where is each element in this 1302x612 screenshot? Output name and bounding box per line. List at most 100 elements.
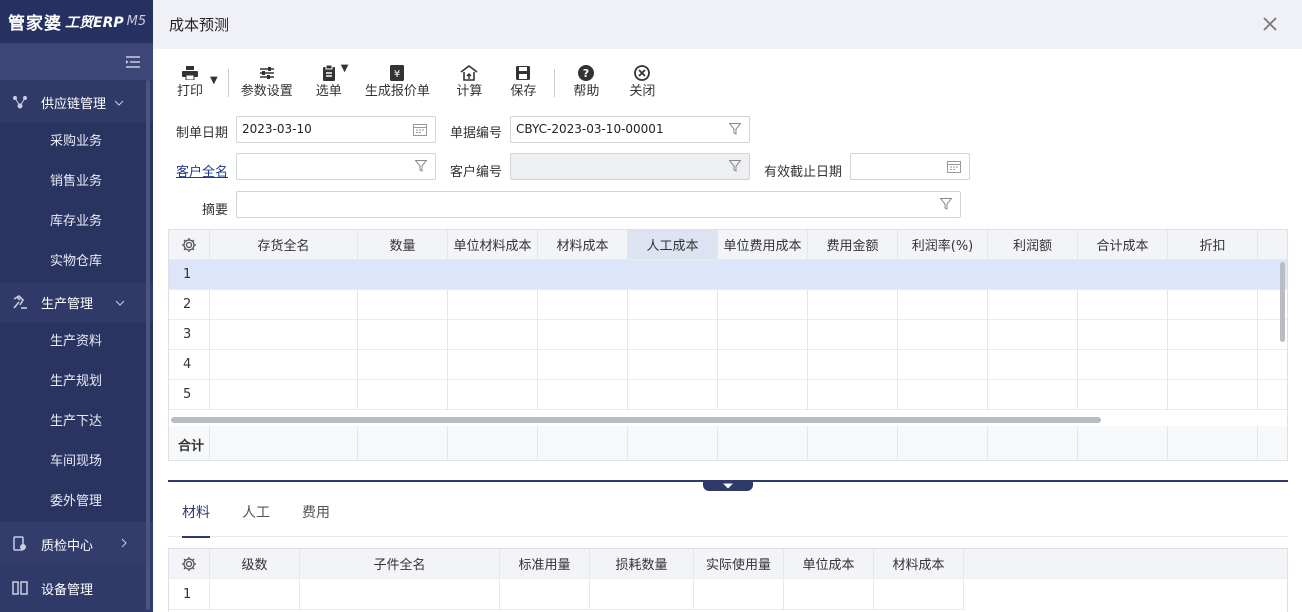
table-cell[interactable] <box>718 290 808 320</box>
customer-field[interactable] <box>236 153 436 180</box>
generate-quote-button[interactable]: ¥ 生成报价单 <box>362 63 432 101</box>
help-button[interactable]: ? 帮助 <box>569 63 603 101</box>
table-cell[interactable] <box>210 320 358 350</box>
sidebar-item-outsourcing[interactable]: 委外管理 <box>0 482 153 522</box>
table-cell[interactable] <box>628 320 718 350</box>
table-cell[interactable] <box>358 350 448 380</box>
col-header-unit-cost[interactable]: 单位成本 <box>784 549 874 579</box>
table-row[interactable]: 1 <box>169 260 1287 290</box>
table-cell[interactable] <box>1168 260 1258 290</box>
table-cell[interactable] <box>358 290 448 320</box>
table-cell[interactable] <box>694 580 784 610</box>
table-row[interactable]: 4 <box>169 350 1287 380</box>
col-header-labor-cost[interactable]: 人工成本 <box>628 230 718 260</box>
close-icon[interactable] <box>1260 14 1280 34</box>
table-cell[interactable] <box>808 290 898 320</box>
col-header-profit-amount[interactable]: 利润额 <box>988 230 1078 260</box>
sidebar-item-production-data[interactable]: 生产资料 <box>0 322 153 362</box>
table-cell[interactable] <box>988 290 1078 320</box>
table-cell[interactable] <box>628 350 718 380</box>
table-cell[interactable] <box>358 260 448 290</box>
table-row[interactable]: 1 <box>169 580 964 610</box>
print-button[interactable]: 打印 <box>173 63 207 101</box>
col-header-expense-amount[interactable]: 费用金额 <box>808 230 898 260</box>
table-cell[interactable] <box>500 580 590 610</box>
filter-icon[interactable] <box>940 198 952 210</box>
table-row[interactable]: 5 <box>169 380 1287 410</box>
table-cell[interactable] <box>898 260 988 290</box>
collapse-menu-icon[interactable] <box>125 55 141 68</box>
subgrid-settings-cell[interactable] <box>169 549 210 579</box>
sidebar-item-production-plan[interactable]: 生产规划 <box>0 362 153 402</box>
sidebar-item-warehouse[interactable]: 实物仓库 <box>0 242 153 282</box>
table-cell[interactable] <box>718 350 808 380</box>
table-cell[interactable] <box>1078 290 1168 320</box>
customer-label-link[interactable]: 客户全名 <box>176 161 228 180</box>
sidebar-scrollbar[interactable] <box>146 80 150 610</box>
table-cell[interactable] <box>808 380 898 410</box>
table-cell[interactable] <box>874 580 964 610</box>
table-cell[interactable] <box>898 350 988 380</box>
col-header-profit-rate[interactable]: 利润率(%) <box>898 230 988 260</box>
table-cell[interactable] <box>1078 260 1168 290</box>
table-cell[interactable] <box>210 380 358 410</box>
date-field[interactable]: 2023-03-10 <box>236 116 436 143</box>
table-cell[interactable] <box>988 320 1078 350</box>
table-cell[interactable] <box>988 380 1078 410</box>
table-cell[interactable] <box>808 260 898 290</box>
col-header-unit-material-cost[interactable]: 单位材料成本 <box>448 230 538 260</box>
table-cell[interactable] <box>628 290 718 320</box>
table-cell[interactable] <box>210 290 358 320</box>
table-cell[interactable] <box>448 320 538 350</box>
table-cell[interactable] <box>448 260 538 290</box>
table-cell[interactable] <box>718 260 808 290</box>
tab-expense[interactable]: 费用 <box>284 500 344 537</box>
table-cell[interactable] <box>538 320 628 350</box>
save-button[interactable]: 保存 <box>506 63 540 101</box>
col-header-actual-usage[interactable]: 实际使用量 <box>694 549 784 579</box>
summary-field[interactable] <box>236 191 961 218</box>
table-cell[interactable] <box>358 320 448 350</box>
table-cell[interactable] <box>1168 320 1258 350</box>
grid-vertical-scrollbar[interactable] <box>1280 262 1285 342</box>
table-cell[interactable] <box>718 380 808 410</box>
col-header-loss-quantity[interactable]: 损耗数量 <box>590 549 694 579</box>
col-header-discount[interactable]: 折扣 <box>1168 230 1258 260</box>
table-cell[interactable] <box>898 290 988 320</box>
col-header-component-name[interactable]: 子件全名 <box>300 549 500 579</box>
filter-icon[interactable] <box>415 160 427 172</box>
table-cell[interactable] <box>210 350 358 380</box>
table-cell[interactable] <box>988 350 1078 380</box>
select-dropdown-icon[interactable]: ▼ <box>341 63 349 74</box>
table-cell[interactable] <box>628 260 718 290</box>
table-cell[interactable] <box>988 260 1078 290</box>
nav-group-quality[interactable]: 质检中心 <box>0 522 153 566</box>
grid-horizontal-scrollbar[interactable] <box>171 417 1101 423</box>
nav-group-supply-chain[interactable]: 供应链管理 <box>0 82 153 122</box>
nav-group-production[interactable]: 生产管理 <box>0 282 153 322</box>
table-cell[interactable] <box>590 580 694 610</box>
sidebar-item-workshop[interactable]: 车间现场 <box>0 442 153 482</box>
print-dropdown-icon[interactable]: ▼ <box>210 75 218 86</box>
table-cell[interactable] <box>358 380 448 410</box>
table-cell[interactable] <box>448 350 538 380</box>
table-cell[interactable] <box>538 290 628 320</box>
table-cell[interactable] <box>1168 380 1258 410</box>
table-cell[interactable] <box>808 350 898 380</box>
close-button[interactable]: 关闭 <box>625 63 659 101</box>
table-cell[interactable] <box>898 380 988 410</box>
table-cell[interactable] <box>718 320 808 350</box>
table-row[interactable]: 3 <box>169 320 1287 350</box>
table-cell[interactable] <box>1078 320 1168 350</box>
tab-labor[interactable]: 人工 <box>224 500 284 537</box>
table-cell[interactable] <box>538 350 628 380</box>
sidebar-item-sales[interactable]: 销售业务 <box>0 162 153 202</box>
table-cell[interactable] <box>1168 290 1258 320</box>
col-header-material-cost[interactable]: 材料成本 <box>874 549 964 579</box>
col-header-total-cost[interactable]: 合计成本 <box>1078 230 1168 260</box>
col-header-item-name[interactable]: 存货全名 <box>210 230 358 260</box>
filter-icon[interactable] <box>729 123 741 135</box>
grid-settings-cell[interactable] <box>169 230 210 260</box>
docno-field[interactable]: CBYC-2023-03-10-00001 <box>510 116 750 143</box>
col-header-material-cost[interactable]: 材料成本 <box>538 230 628 260</box>
